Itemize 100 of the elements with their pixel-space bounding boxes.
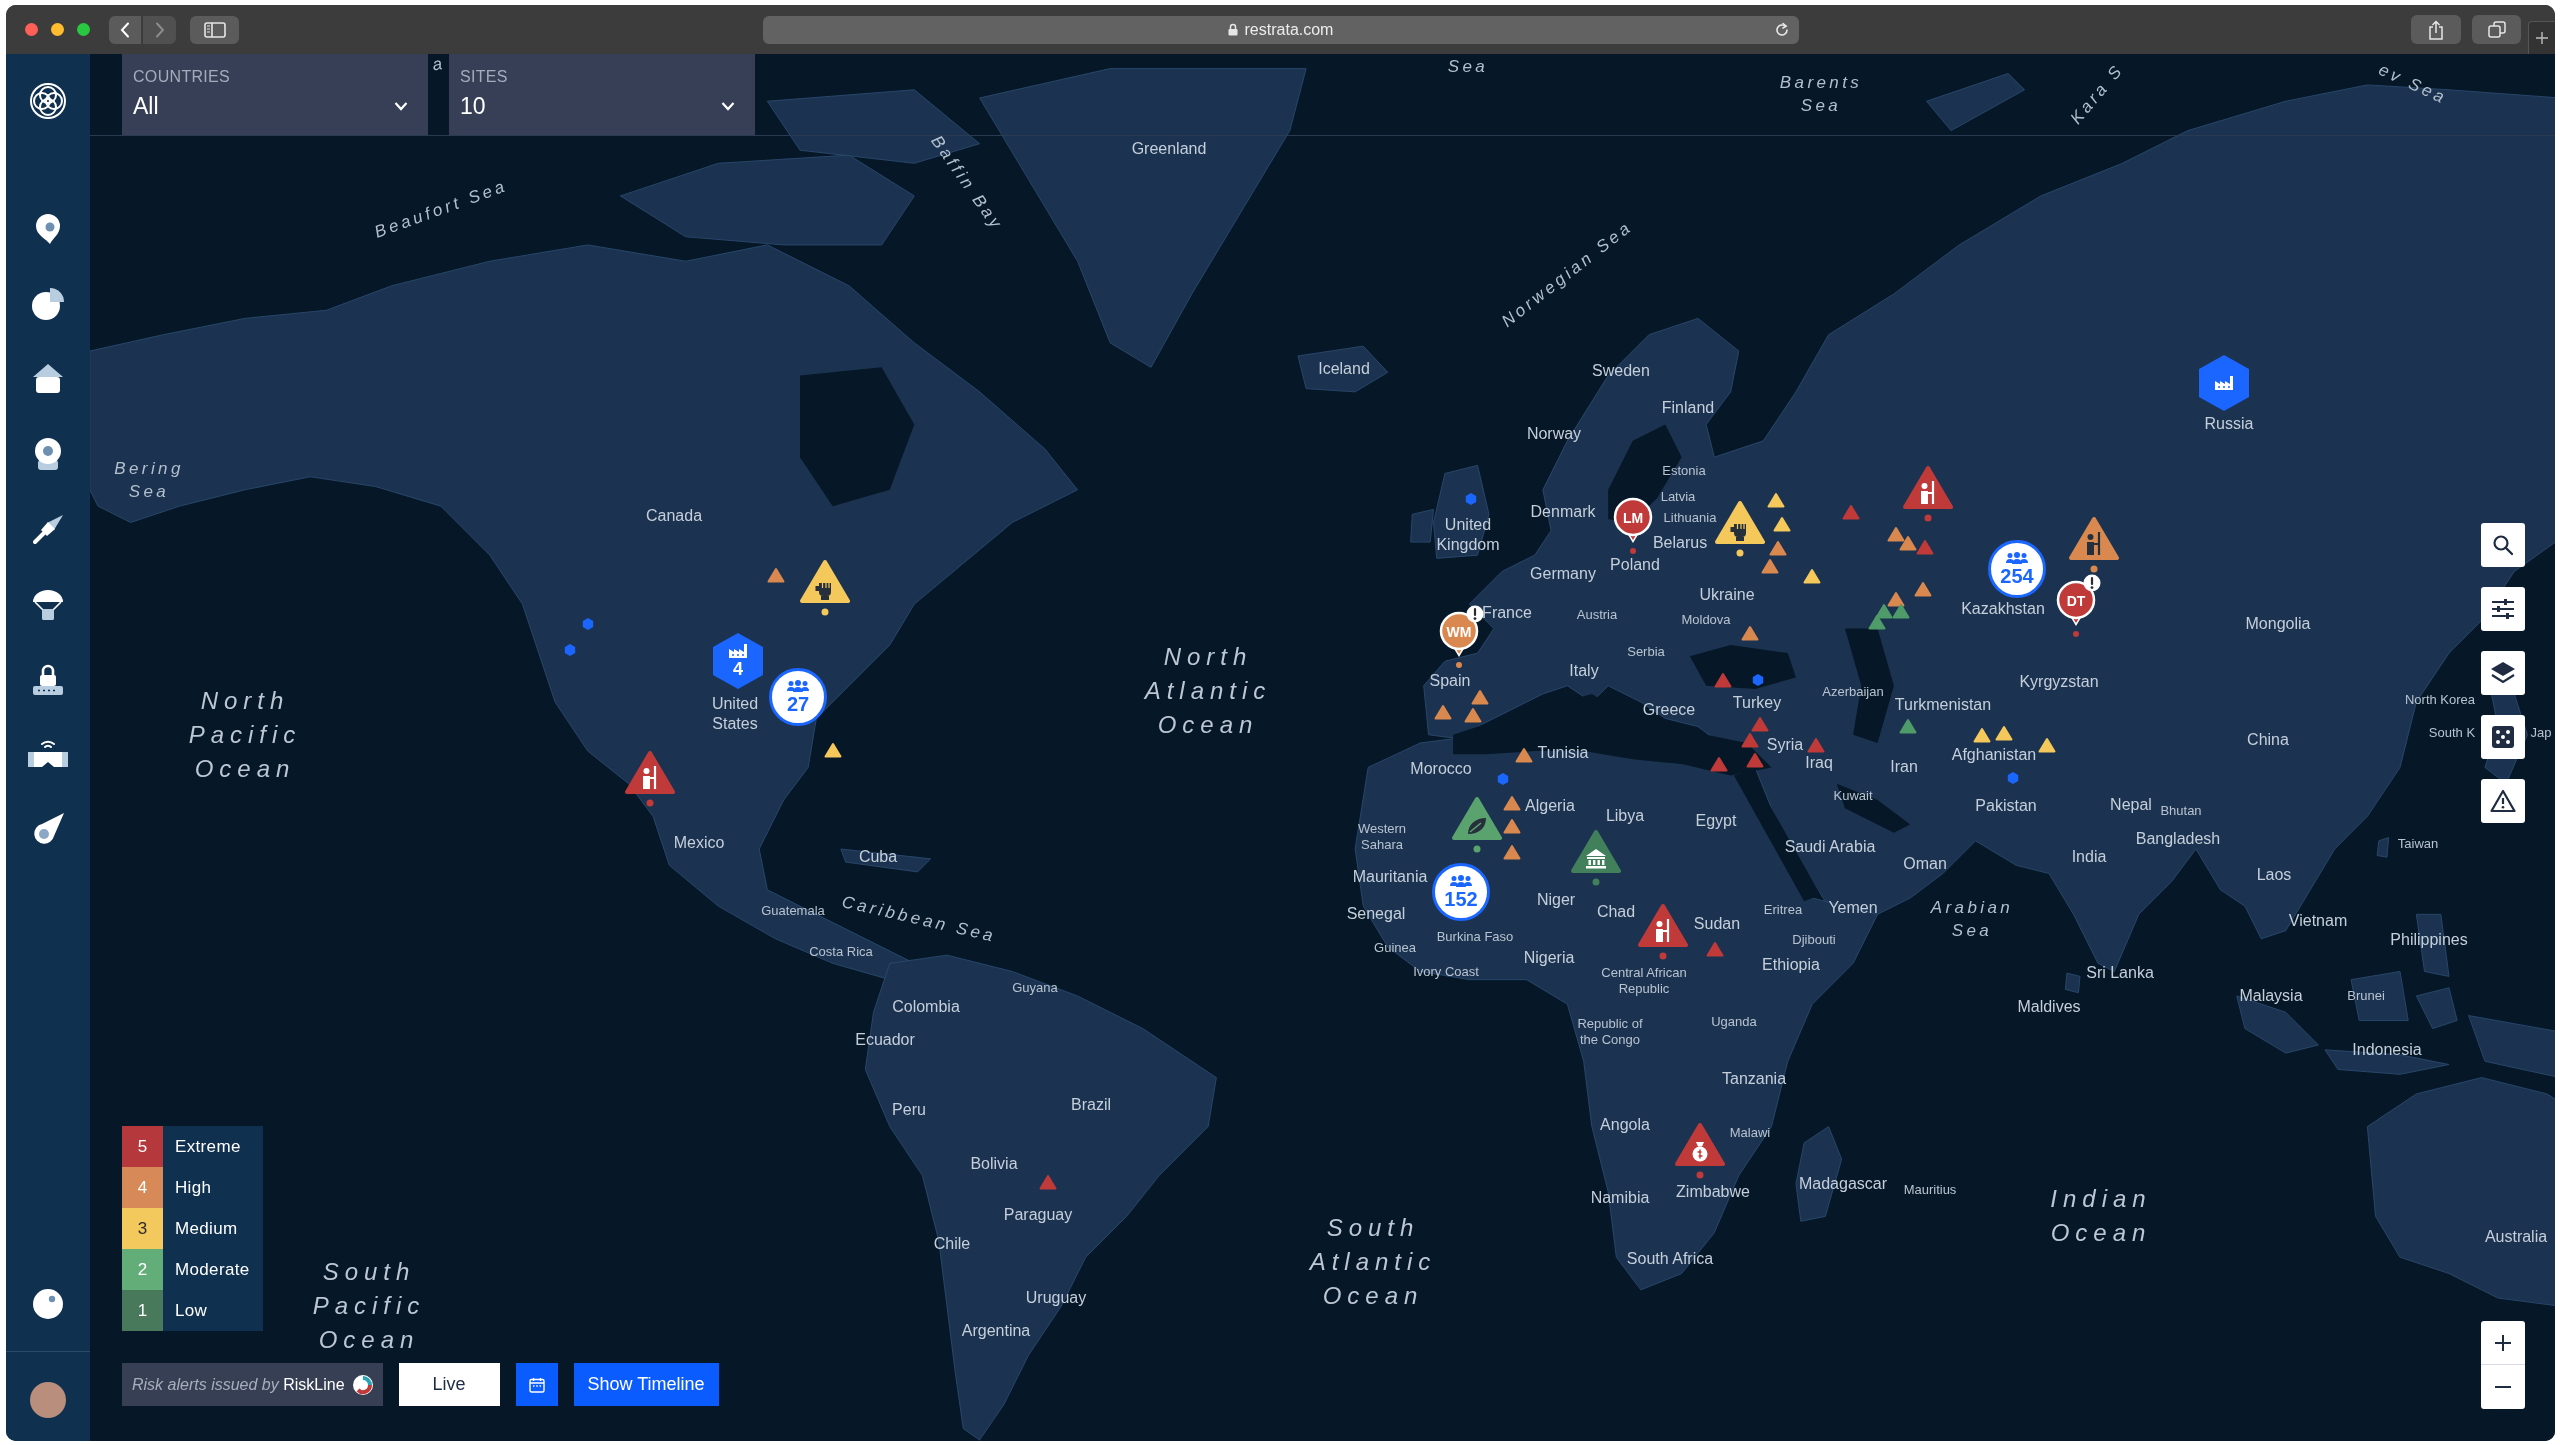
triangle-marker-icon[interactable] bbox=[1471, 689, 1489, 705]
triangle-marker-icon[interactable] bbox=[1899, 718, 1917, 734]
tabs-button[interactable] bbox=[2472, 15, 2521, 44]
share-icon[interactable] bbox=[2428, 19, 2444, 40]
country-label: France bbox=[1482, 603, 1532, 623]
sidebar-toggle-button[interactable] bbox=[190, 15, 239, 44]
triangle-marker-icon[interactable] bbox=[1746, 752, 1764, 768]
triangle-marker-icon[interactable] bbox=[1751, 716, 1769, 732]
triangle-marker-icon[interactable] bbox=[1868, 614, 1886, 630]
live-button[interactable]: Live bbox=[398, 1363, 500, 1406]
user-avatar[interactable] bbox=[30, 1382, 66, 1418]
minimize-button[interactable] bbox=[51, 23, 64, 36]
search-button[interactable] bbox=[2481, 523, 2525, 567]
reload-icon[interactable] bbox=[1773, 21, 1790, 38]
country-label: Guatemala bbox=[761, 903, 825, 919]
share-button[interactable] bbox=[2411, 15, 2461, 44]
people-icon bbox=[1449, 874, 1473, 888]
country-label: Iceland bbox=[1318, 359, 1370, 379]
logo-icon[interactable] bbox=[29, 82, 67, 120]
country-label: Costa Rica bbox=[809, 944, 873, 960]
warning-icon[interactable] bbox=[2490, 789, 2516, 813]
triangle-marker-icon[interactable] bbox=[1887, 526, 1905, 542]
plus-icon[interactable] bbox=[2493, 1332, 2513, 1353]
country-label: Sweden bbox=[1592, 361, 1650, 381]
dice-button[interactable] bbox=[2481, 715, 2525, 759]
layers-button[interactable] bbox=[2481, 651, 2525, 695]
country-label: China bbox=[2247, 730, 2289, 750]
triangle-marker-icon[interactable] bbox=[1899, 535, 1917, 551]
country-label: Finland bbox=[1661, 398, 1715, 418]
fist-warning-icon[interactable] bbox=[800, 559, 850, 617]
calendar-button[interactable] bbox=[515, 1363, 558, 1406]
layers-icon[interactable] bbox=[2490, 661, 2516, 685]
maximize-button[interactable] bbox=[77, 23, 90, 36]
search-icon[interactable] bbox=[2492, 534, 2514, 556]
triangle-marker-icon[interactable] bbox=[1710, 756, 1728, 772]
country-label: Eritrea bbox=[1763, 902, 1803, 918]
triangle-marker-icon[interactable] bbox=[1807, 737, 1825, 753]
fist-warning-icon[interactable] bbox=[1715, 500, 1765, 558]
country-label: Greenland bbox=[1131, 139, 1207, 159]
chevron-left-icon[interactable] bbox=[120, 21, 130, 38]
filter-dropdown[interactable]: All bbox=[133, 91, 408, 121]
country-label: Algeria bbox=[1525, 796, 1575, 816]
back-button[interactable] bbox=[109, 15, 141, 44]
triangle-marker-icon[interactable] bbox=[1039, 1174, 1057, 1190]
calendar-icon[interactable] bbox=[528, 1376, 545, 1393]
country-label: Indonesia bbox=[2352, 1040, 2422, 1060]
filter-dropdown[interactable]: 10 bbox=[460, 91, 735, 121]
country-label: Mauritius bbox=[1903, 1182, 1957, 1198]
country-label: Germany bbox=[1530, 564, 1596, 584]
triangle-marker-icon[interactable] bbox=[1761, 558, 1779, 574]
country-label: Ukraine bbox=[1699, 585, 1755, 605]
triangle-marker-icon[interactable] bbox=[767, 567, 785, 583]
triangle-marker-icon[interactable] bbox=[1741, 625, 1759, 641]
sidebar-icon[interactable] bbox=[203, 21, 226, 38]
dice-icon[interactable] bbox=[2491, 725, 2515, 749]
triangle-marker-icon[interactable] bbox=[1464, 707, 1482, 723]
triangle-marker-icon[interactable] bbox=[1706, 941, 1724, 957]
triangle-marker-icon[interactable] bbox=[1892, 603, 1910, 619]
country-label: Niger bbox=[1536, 890, 1576, 910]
country-label: Poland bbox=[1610, 555, 1660, 575]
alerts-button[interactable] bbox=[2481, 779, 2525, 823]
pie-chart-icon[interactable] bbox=[30, 286, 66, 322]
filter-settings-button[interactable] bbox=[2481, 587, 2525, 631]
zoom-in-button[interactable] bbox=[2481, 1321, 2525, 1365]
chevron-down-icon[interactable] bbox=[721, 101, 735, 111]
circle-dot-icon[interactable] bbox=[32, 1288, 64, 1320]
country-label: Austria bbox=[1576, 607, 1618, 623]
triangle-marker-icon[interactable] bbox=[1503, 795, 1521, 811]
triangle-marker-icon[interactable] bbox=[1842, 504, 1860, 520]
triangle-marker-icon[interactable] bbox=[1503, 844, 1521, 860]
triangle-marker-icon[interactable] bbox=[1515, 747, 1533, 763]
country-label: Syria bbox=[1766, 735, 1804, 755]
person-warning-icon[interactable] bbox=[1903, 465, 1953, 523]
person-warning-icon[interactable] bbox=[1638, 903, 1688, 961]
tabs-icon[interactable] bbox=[2487, 20, 2506, 39]
triangle-marker-icon[interactable] bbox=[1503, 818, 1521, 834]
leaf-warning-icon[interactable] bbox=[1452, 796, 1502, 854]
country-label: Moldova bbox=[1681, 612, 1731, 628]
triangle-marker-icon[interactable] bbox=[1769, 540, 1787, 556]
building-warning-icon[interactable] bbox=[1571, 829, 1621, 887]
triangle-marker-icon[interactable] bbox=[1714, 672, 1732, 688]
close-button[interactable] bbox=[25, 23, 38, 36]
triangle-marker-icon[interactable] bbox=[1741, 732, 1759, 748]
money-bag-warning-icon[interactable] bbox=[1675, 1122, 1725, 1180]
country-label: Russia bbox=[2204, 414, 2254, 434]
show-timeline-button[interactable]: Show Timeline bbox=[573, 1363, 719, 1406]
attribution-text: Risk alerts issued by RiskLine bbox=[132, 1374, 345, 1395]
sliders-icon[interactable] bbox=[2491, 598, 2515, 620]
new-tab-button[interactable] bbox=[2528, 21, 2555, 54]
person-warning-icon[interactable] bbox=[625, 750, 675, 808]
triangle-marker-icon[interactable] bbox=[1875, 603, 1893, 619]
sea-label: ev Sea bbox=[2374, 58, 2452, 110]
triangle-marker-icon[interactable] bbox=[1916, 539, 1934, 555]
country-label: Ivory Coast bbox=[1413, 964, 1479, 980]
triangle-marker-icon[interactable] bbox=[1887, 591, 1905, 607]
triangle-marker-icon[interactable] bbox=[1434, 704, 1452, 720]
country-label: Latvia bbox=[1660, 489, 1696, 505]
address-bar[interactable]: restrata.com bbox=[762, 15, 1799, 44]
chevron-down-icon[interactable] bbox=[394, 101, 408, 111]
triangle-marker-icon[interactable] bbox=[1914, 581, 1932, 597]
